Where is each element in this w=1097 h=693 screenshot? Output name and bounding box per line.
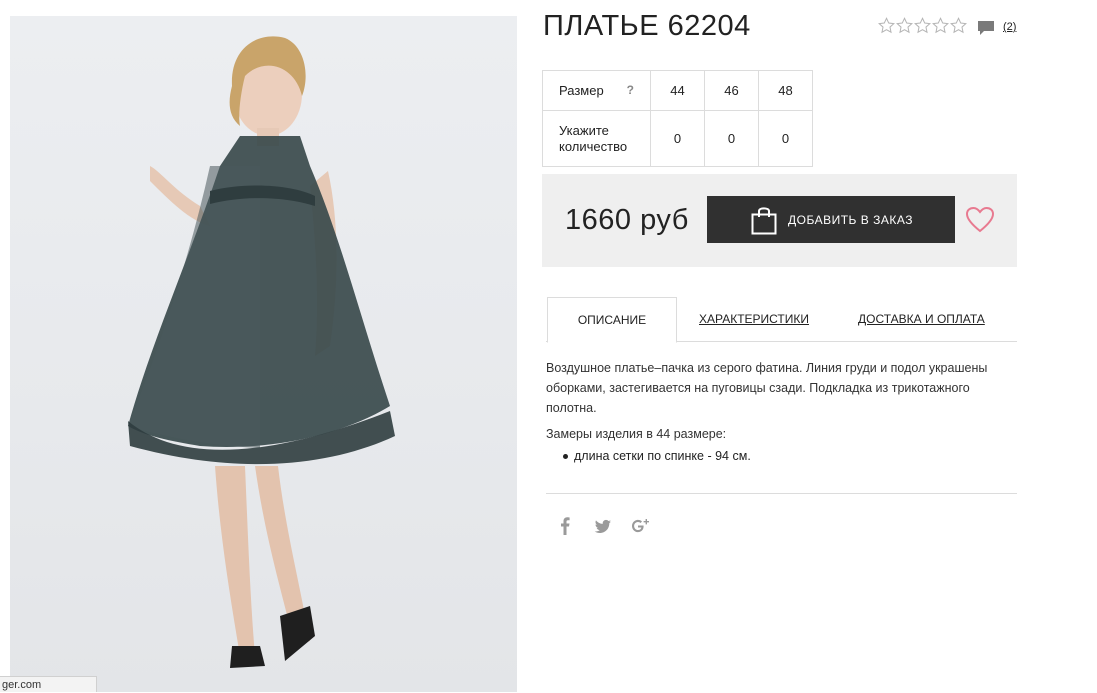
product-photo[interactable] <box>10 16 517 692</box>
bullet-dot <box>563 454 568 460</box>
star-outline-icon[interactable] <box>932 17 949 34</box>
size-cell: 46 <box>704 70 759 111</box>
size-quantity-table: Размер ? 44 46 48 Укажите количество 0 0… <box>542 70 813 167</box>
buy-box: 1660 руб ДОБАВИТЬ В ЗАКАЗ <box>542 174 1017 267</box>
tab-delivery-payment[interactable]: ДОСТАВКА И ОПЛАТА <box>858 312 985 326</box>
add-to-order-label: ДОБАВИТЬ В ЗАКАЗ <box>788 212 913 227</box>
facebook-icon[interactable] <box>558 516 572 536</box>
tab-description[interactable]: ОПИСАНИЕ <box>547 297 677 343</box>
star-outline-icon[interactable] <box>914 17 931 34</box>
add-to-order-button[interactable]: ДОБАВИТЬ В ЗАКАЗ <box>707 196 955 243</box>
quantity-input[interactable]: 0 <box>704 110 759 167</box>
measure-list-item: длина сетки по спинке - 94 см. <box>563 449 751 463</box>
quantity-input[interactable]: 0 <box>650 110 705 167</box>
google-plus-icon[interactable] <box>631 516 651 536</box>
product-title: ПЛАТЬЕ 62204 <box>543 10 751 42</box>
comment-icon[interactable] <box>977 19 995 37</box>
product-tabs: ОПИСАНИЕ ХАРАКТЕРИСТИКИ ДОСТАВКА И ОПЛАТ… <box>546 297 1017 343</box>
product-description: Воздушное платье–пачка из серого фатина.… <box>546 361 988 415</box>
measure-text: длина сетки по спинке - 94 см. <box>574 449 751 463</box>
size-label: Размер <box>559 83 604 98</box>
quantity-row: Укажите количество 0 0 0 <box>542 110 813 167</box>
section-divider <box>546 493 1017 494</box>
star-outline-icon[interactable] <box>950 17 967 34</box>
star-outline-icon[interactable] <box>878 17 895 34</box>
size-cell: 48 <box>758 70 813 111</box>
tab-characteristics[interactable]: ХАРАКТЕРИСТИКИ <box>699 312 809 326</box>
heart-icon[interactable] <box>965 206 995 234</box>
size-label-cell: Размер ? <box>542 70 651 111</box>
dress-model-image <box>128 36 395 668</box>
size-row: Размер ? 44 46 48 <box>542 70 813 111</box>
rating-stars[interactable] <box>878 17 967 34</box>
size-cell: 44 <box>650 70 705 111</box>
product-price: 1660 руб <box>565 204 689 236</box>
quantity-label: Укажите количество <box>542 110 651 167</box>
reviews-count-link[interactable]: (2) <box>1003 21 1016 33</box>
status-bar-url: ger.com <box>0 676 97 692</box>
size-help-icon[interactable]: ? <box>627 83 634 97</box>
shopping-bag-icon <box>751 206 777 234</box>
star-outline-icon[interactable] <box>896 17 913 34</box>
twitter-icon[interactable] <box>594 516 612 536</box>
measures-title: Замеры изделия в 44 размере: <box>546 427 727 441</box>
quantity-input[interactable]: 0 <box>758 110 813 167</box>
